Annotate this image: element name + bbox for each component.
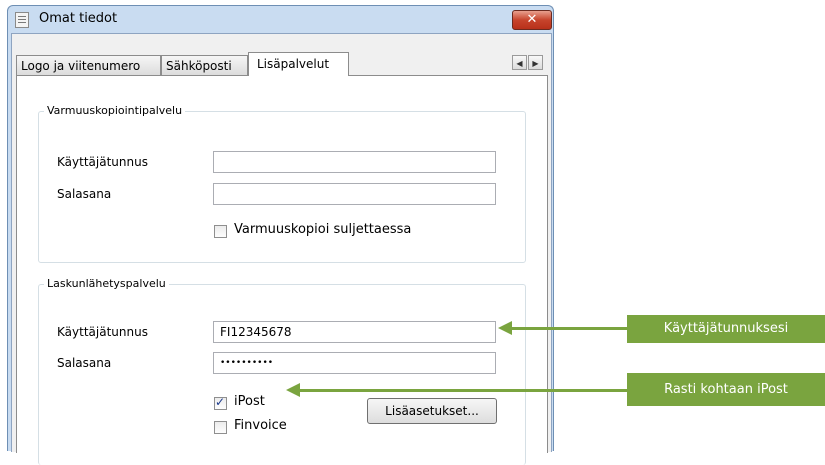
backup-password-input[interactable] [213, 183, 496, 205]
advanced-settings-button[interactable]: Lisäasetukset... [367, 398, 497, 424]
tab-page-lisapalvelut: Varmuuskopiointipalvelu Käyttäjätunnus S… [16, 75, 548, 465]
invoice-group-title: Laskunlähetyspalvelu [44, 277, 169, 290]
tab-sahkoposti[interactable]: Sähköposti [161, 55, 248, 75]
backup-group: Varmuuskopiointipalvelu Käyttäjätunnus S… [38, 104, 526, 263]
backup-on-close-label: Varmuuskopioi suljettaessa [234, 222, 412, 237]
invoice-username-input[interactable] [213, 321, 496, 343]
tab-logo-ja-viitenumero[interactable]: Logo ja viitenumero [16, 55, 161, 75]
backup-password-label: Salasana [57, 187, 112, 201]
dialog-window: Omat tiedot ✕ Logo ja viitenumero Sähköp… [7, 5, 554, 465]
backup-username-label: Käyttäjätunnus [57, 155, 148, 169]
callout-line-username [510, 327, 627, 330]
backup-group-title: Varmuuskopiointipalvelu [44, 104, 186, 117]
ipost-label: iPost [234, 394, 265, 409]
callout-username: Käyttäjätunnuksesi [627, 315, 825, 343]
tab-scroll-buttons: ◀ ▶ [512, 55, 544, 71]
tab-scroll-right-icon[interactable]: ▶ [528, 55, 543, 70]
tab-lisapalvelut[interactable]: Lisäpalvelut [248, 52, 349, 76]
invoice-password-input[interactable] [213, 352, 496, 374]
close-button[interactable]: ✕ [512, 10, 552, 30]
invoice-group: Laskunlähetyspalvelu Käyttäjätunnus Sala… [38, 277, 526, 465]
app-icon [15, 12, 29, 28]
window-title: Omat tiedot [39, 11, 118, 26]
ipost-checkbox[interactable] [214, 395, 227, 410]
invoice-username-label: Käyttäjätunnus [57, 325, 148, 339]
title-bar[interactable]: Omat tiedot ✕ [8, 6, 553, 34]
finvoice-label: Finvoice [234, 418, 287, 433]
invoice-password-label: Salasana [57, 356, 112, 370]
backup-username-input[interactable] [213, 151, 496, 173]
finvoice-checkbox[interactable] [214, 421, 227, 434]
callout-line-ipost [298, 389, 627, 392]
tab-scroll-left-icon[interactable]: ◀ [512, 55, 527, 70]
callout-ipost: Rasti kohtaan iPost [627, 373, 825, 406]
backup-on-close-checkbox[interactable] [214, 225, 227, 238]
